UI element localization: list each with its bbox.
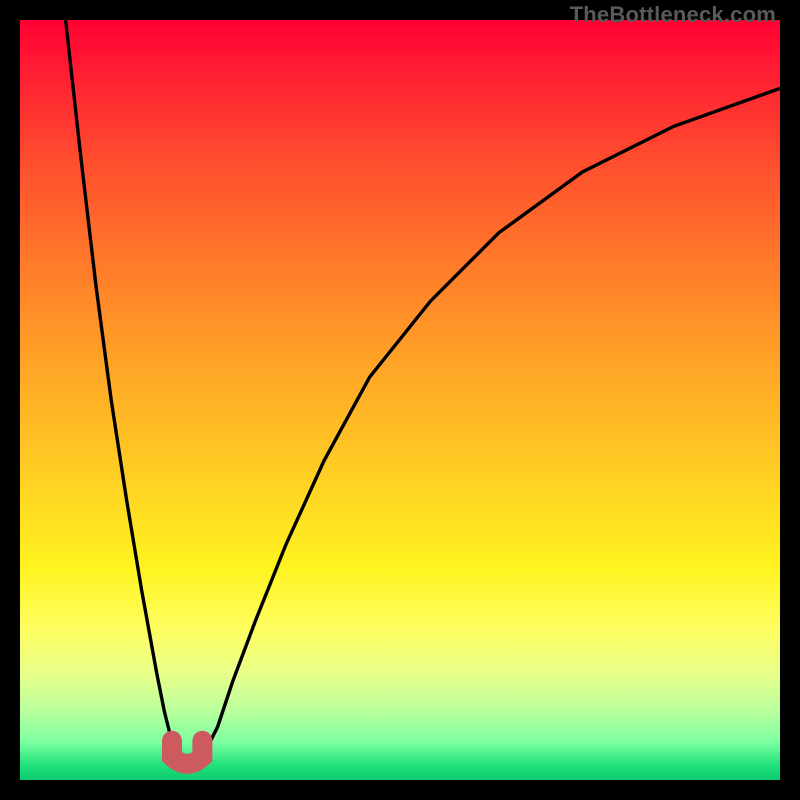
chart-frame: TheBottleneck.com — [0, 0, 800, 800]
left-curve — [66, 20, 180, 757]
optimum-marker — [172, 741, 202, 764]
right-curve — [202, 88, 780, 757]
curve-layer — [20, 20, 780, 780]
watermark-text: TheBottleneck.com — [570, 2, 776, 28]
